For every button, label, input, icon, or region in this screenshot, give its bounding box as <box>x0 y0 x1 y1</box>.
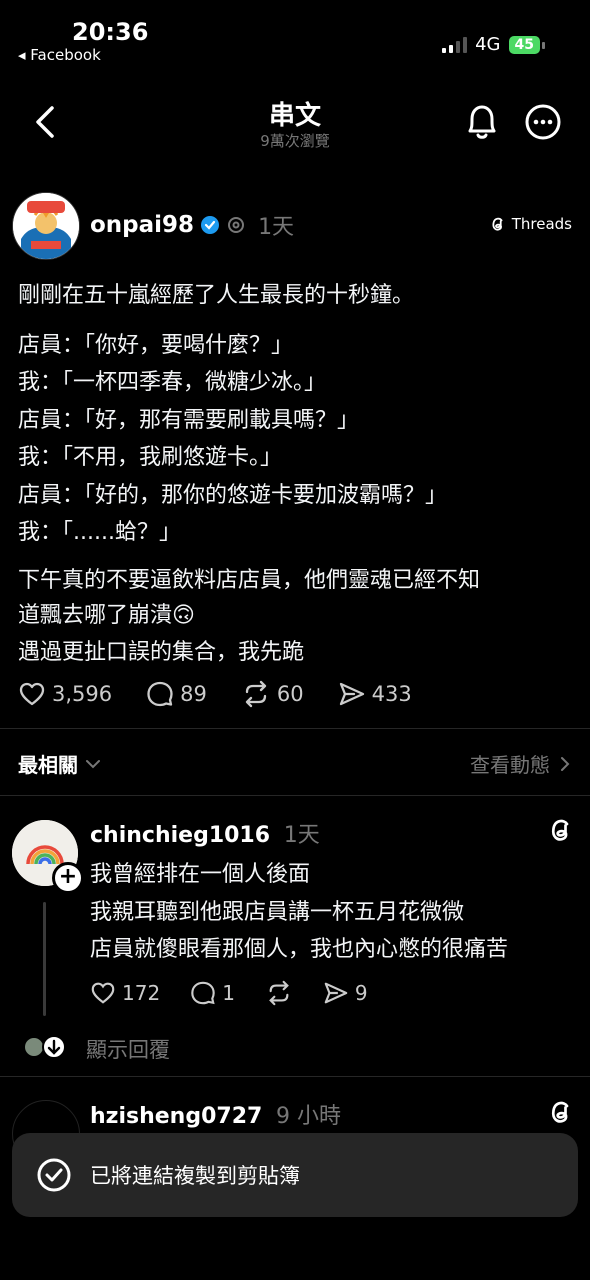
like-button[interactable]: 3,596 <box>18 680 112 708</box>
post-text-line: 剛剛在五十嵐經歷了人生最長的十秒鐘。 <box>18 283 415 308</box>
like-button[interactable]: 172 <box>90 980 160 1006</box>
post-text-line: 下午真的不要逼飲料店店員，他們靈魂已經不知 <box>18 568 481 593</box>
repost-button[interactable]: 60 <box>241 680 304 708</box>
sort-dropdown[interactable]: 最相關 <box>18 749 102 778</box>
send-icon <box>324 982 348 1004</box>
follow-plus-button[interactable]: + <box>52 862 84 894</box>
threads-badge[interactable]: Threads <box>489 215 572 233</box>
activity-label: 查看動態 <box>470 753 550 777</box>
comment-icon <box>191 981 215 1005</box>
send-icon <box>339 682 364 706</box>
comment-count: 89 <box>180 682 207 706</box>
chevron-right-icon <box>561 756 570 771</box>
reply-text-line: 我親耳聽到他跟店員講一杯五月花微微 <box>90 900 465 925</box>
share-button[interactable]: 433 <box>338 680 412 708</box>
more-options-button[interactable] <box>523 102 563 142</box>
post-text-line: 店員：「你好，要喝什麼？」 <box>18 333 294 358</box>
reply-avatars-icon <box>23 1035 66 1059</box>
comment-button[interactable]: 1 <box>190 980 235 1006</box>
reply-author[interactable]: chinchieg1016 1天 <box>90 817 320 849</box>
divider <box>0 795 590 796</box>
share-count: 9 <box>354 981 368 1005</box>
post-text-line: 遇過更扯口誤的集合，我先跪 <box>18 640 305 665</box>
post-text-line: 店員：「好，那有需要刷載具嗎？」 <box>18 408 360 433</box>
network-label: 4G <box>475 34 501 55</box>
reply-author[interactable]: hzisheng0727 9 小時 <box>90 1098 341 1130</box>
post-author[interactable]: onpai98 1天 <box>90 209 294 241</box>
toast-notification: 已將連結複製到剪貼簿 <box>12 1133 578 1217</box>
repost-icon <box>269 980 289 1006</box>
share-button[interactable]: 9 <box>323 980 368 1006</box>
reply-text-line: 店員就傻眼看那個人，我也內心憋的很痛苦 <box>90 937 509 962</box>
replier-avatars <box>22 1033 72 1061</box>
post-text-line: 我：「一杯四季春，微糖少冰。」 <box>18 370 327 395</box>
more-icon <box>525 104 561 140</box>
chevron-down-icon <box>86 759 100 768</box>
repost-button[interactable] <box>265 980 293 1006</box>
status-indicators: 4G 45 <box>442 34 546 55</box>
repost-count: 60 <box>276 682 304 706</box>
comment-icon <box>147 681 173 707</box>
reply-time: 9 小時 <box>276 1104 341 1129</box>
threads-link-button[interactable] <box>546 1097 576 1131</box>
threads-link-button[interactable] <box>546 815 576 849</box>
status-time: 20:36 <box>72 18 149 46</box>
share-count: 433 <box>371 682 412 706</box>
avatar-image-icon <box>13 193 79 259</box>
notifications-button[interactable] <box>462 101 502 143</box>
threads-label: Threads <box>511 215 572 233</box>
thread-connector <box>43 902 46 1016</box>
heart-icon <box>19 682 45 706</box>
back-to-app-link[interactable]: ◂ Facebook <box>18 46 101 64</box>
avatar[interactable] <box>12 192 80 260</box>
threads-logo-icon <box>551 1101 569 1123</box>
reply-time: 1天 <box>283 823 320 848</box>
like-count: 172 <box>122 981 161 1005</box>
battery-icon: 45 <box>508 35 546 54</box>
divider <box>0 728 590 729</box>
reply-actions: 172 1 9 <box>90 980 398 1006</box>
threads-logo-icon <box>492 217 503 231</box>
repost-circle-icon <box>228 217 245 233</box>
post-text-line: 我：「......蛤？」 <box>18 520 181 545</box>
divider <box>0 1076 590 1077</box>
comment-button[interactable]: 89 <box>146 680 207 708</box>
check-circle-icon <box>37 1158 71 1192</box>
post-time: 1天 <box>258 215 295 240</box>
reply-username[interactable]: chinchieg1016 <box>90 823 270 848</box>
sort-label: 最相關 <box>18 753 78 777</box>
reply-text-line: 我曾經排在一個人後面 <box>90 862 311 887</box>
post-text-line: 店員：「好的，那你的悠遊卡要加波霸嗎？」 <box>18 483 448 508</box>
comment-count: 1 <box>222 981 235 1005</box>
heart-icon <box>91 982 115 1004</box>
show-replies-link[interactable]: 顯示回覆 <box>86 1034 170 1064</box>
signal-icon <box>442 36 468 53</box>
threads-logo-icon <box>551 819 569 841</box>
like-count: 3,596 <box>52 682 113 706</box>
battery-level: 45 <box>514 36 534 53</box>
bell-icon <box>468 105 496 139</box>
verified-icon <box>201 216 220 234</box>
view-activity-link[interactable]: 查看動態 <box>470 749 572 778</box>
toast-message: 已將連結複製到剪貼簿 <box>90 1164 300 1188</box>
post-text-line: 道飄去哪了崩潰🙃 <box>18 603 195 628</box>
reply-username[interactable]: hzisheng0727 <box>90 1104 262 1129</box>
post-actions: 3,596 89 60 433 <box>18 680 446 708</box>
repost-icon <box>245 680 267 708</box>
username[interactable]: onpai98 <box>90 212 194 238</box>
post-text-line: 我：「不用，我刷悠遊卡。」 <box>18 445 283 470</box>
